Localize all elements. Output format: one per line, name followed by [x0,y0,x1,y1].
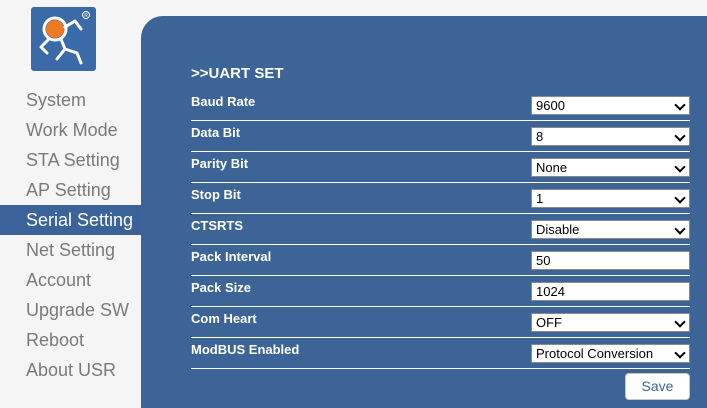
sidebar-item-sta-setting[interactable]: STA Setting [0,145,141,175]
form-row-pack-size: Pack Size 1024 [191,276,690,307]
com-heart-label: Com Heart [191,311,257,326]
pack-interval-input[interactable]: 50 [531,251,690,270]
sidebar-nav: System Work Mode STA Setting AP Setting … [0,85,141,385]
sidebar-item-about-usr[interactable]: About USR [0,355,141,385]
sidebar-item-net-setting[interactable]: Net Setting [0,235,141,265]
pack-size-label: Pack Size [191,280,251,295]
ctsrts-select[interactable]: Disable [531,220,690,239]
modbus-enabled-select[interactable]: Protocol Conversion [531,344,690,363]
com-heart-select[interactable]: OFF [531,313,690,332]
uart-settings-panel: >>UART SET Baud Rate 9600 Data Bit 8 Par… [141,16,707,408]
data-bit-select[interactable]: 8 [531,127,690,146]
stop-bit-label: Stop Bit [191,187,241,202]
sidebar-item-account[interactable]: Account [0,265,141,295]
save-button[interactable]: Save [625,373,690,400]
data-bit-label: Data Bit [191,125,241,140]
sidebar-item-serial-setting[interactable]: Serial Setting [0,205,141,235]
usr-logo-icon: R [31,7,96,71]
form-row-ctsrts: CTSRTS Disable [191,214,690,245]
form-row-com-heart: Com Heart OFF [191,307,690,338]
sidebar-item-work-mode[interactable]: Work Mode [0,115,141,145]
pack-size-input[interactable]: 1024 [531,282,690,301]
pack-interval-label: Pack Interval [191,249,272,264]
uart-form: Baud Rate 9600 Data Bit 8 Parity Bit Non… [191,90,690,369]
form-row-modbus-enabled: ModBUS Enabled Protocol Conversion [191,338,690,369]
sidebar-item-ap-setting[interactable]: AP Setting [0,175,141,205]
section-title: >>UART SET [191,65,284,82]
sidebar-item-upgrade-sw[interactable]: Upgrade SW [0,295,141,325]
svg-text:R: R [84,13,88,19]
form-row-data-bit: Data Bit 8 [191,121,690,152]
form-row-pack-interval: Pack Interval 50 [191,245,690,276]
form-row-baud-rate: Baud Rate 9600 [191,90,690,121]
stop-bit-select[interactable]: 1 [531,189,690,208]
ctsrts-label: CTSRTS [191,218,243,233]
parity-bit-label: Parity Bit [191,156,249,171]
form-row-stop-bit: Stop Bit 1 [191,183,690,214]
baud-rate-label: Baud Rate [191,94,256,109]
baud-rate-select[interactable]: 9600 [531,96,690,115]
modbus-enabled-label: ModBUS Enabled [191,342,300,357]
sidebar-item-system[interactable]: System [0,85,141,115]
sidebar-item-reboot[interactable]: Reboot [0,325,141,355]
form-row-parity-bit: Parity Bit None [191,152,690,183]
parity-bit-select[interactable]: None [531,158,690,177]
